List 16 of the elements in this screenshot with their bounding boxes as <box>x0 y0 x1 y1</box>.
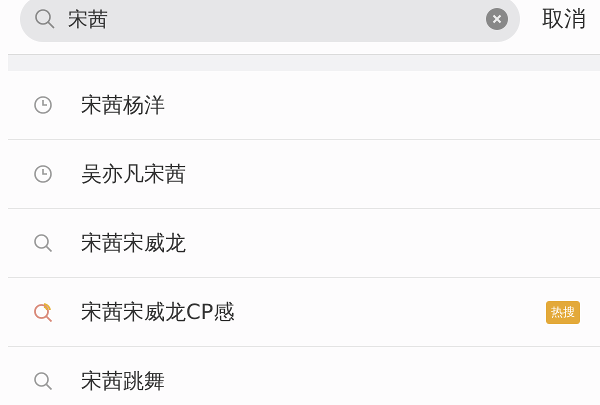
search-bar[interactable]: 宋茜 <box>20 0 520 42</box>
cancel-button[interactable]: 取消 <box>542 4 586 34</box>
hot-badge: 热搜 <box>546 300 580 324</box>
clear-icon[interactable] <box>486 8 508 30</box>
suggestion-item[interactable]: 宋茜跳舞 <box>8 347 600 405</box>
search-icon <box>33 233 53 253</box>
suggestion-item[interactable]: 宋茜杨洋 <box>8 71 600 140</box>
clock-icon <box>33 164 53 184</box>
search-icon <box>33 371 53 391</box>
search-field[interactable]: 宋茜 <box>68 7 486 31</box>
search-icon <box>34 8 56 30</box>
suggestion-item[interactable]: 宋茜宋威龙CP感 热搜 <box>8 278 600 347</box>
search-icon <box>33 302 53 322</box>
suggestion-item[interactable]: 吴亦凡宋茜 <box>8 140 600 209</box>
clock-icon <box>33 95 53 115</box>
suggestion-item[interactable]: 宋茜宋威龙 <box>8 209 600 278</box>
